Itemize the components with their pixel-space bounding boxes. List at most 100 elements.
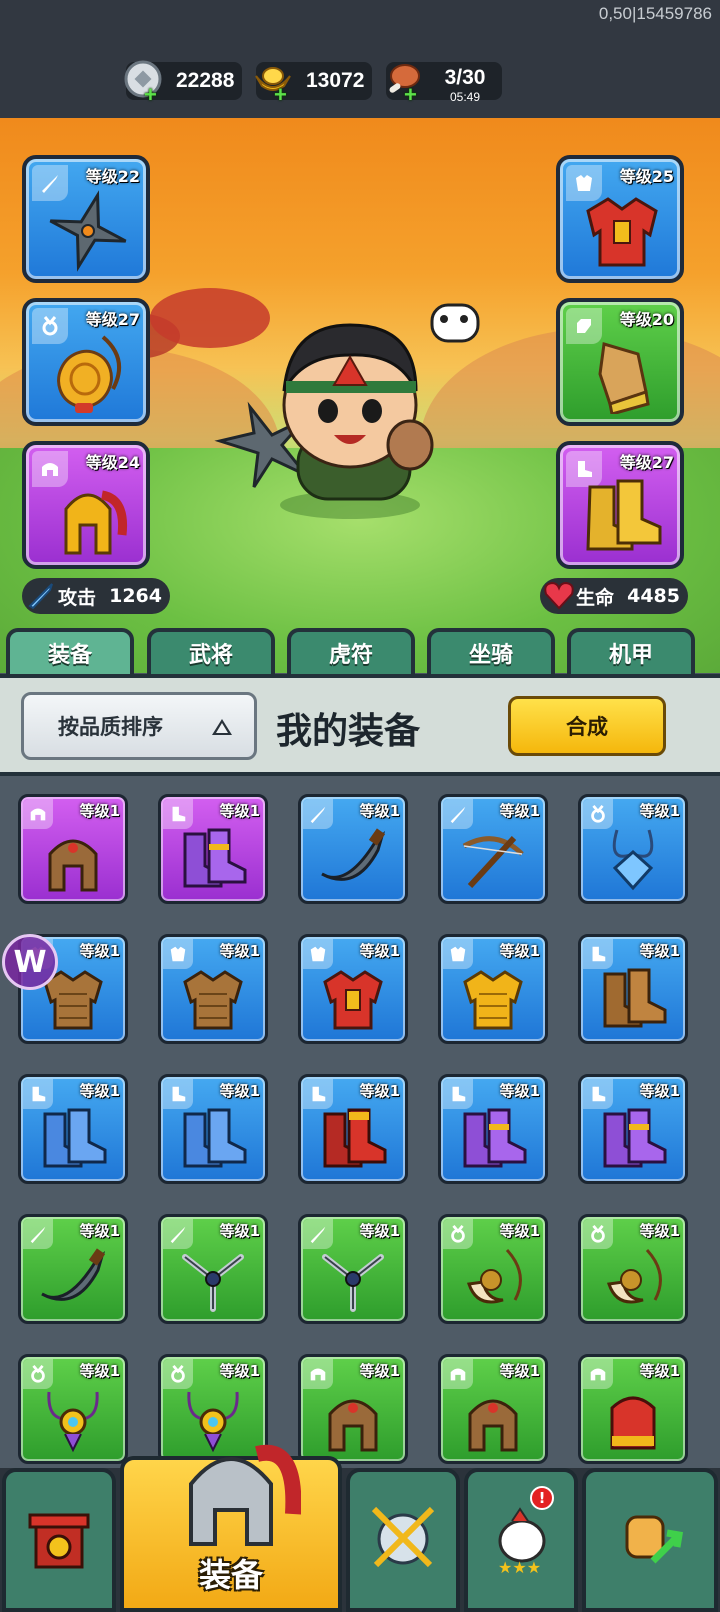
sort-label: 按品质排序 [58, 715, 163, 739]
slot-level: 等级25 [619, 167, 674, 186]
inventory-item[interactable]: 等级1 [298, 1214, 408, 1324]
nav-heroes[interactable]: ★★★ ! [464, 1468, 578, 1612]
item-level: 等级1 [359, 1222, 400, 1240]
inventory-item[interactable]: 等级1 [158, 1074, 268, 1184]
hp-label: 生命 [576, 586, 615, 609]
add-silver-icon[interactable]: + [144, 84, 160, 106]
inventory-item[interactable]: 等级1 [578, 1354, 688, 1464]
slot-level: 等级20 [619, 310, 674, 329]
item-level: 等级1 [499, 942, 540, 960]
inventory-item[interactable]: 等级1 [158, 934, 268, 1044]
brown-boots-icon [595, 963, 671, 1035]
add-stamina-icon[interactable]: + [404, 84, 420, 106]
nav-shop[interactable] [2, 1468, 116, 1612]
inventory-item[interactable]: 等级1 [158, 1214, 268, 1324]
nav-battle[interactable] [346, 1468, 460, 1612]
sort-toggle-icon [212, 719, 232, 735]
tab-mounts[interactable]: 坐骑 [427, 628, 555, 674]
tab-equipment[interactable]: 装备 [6, 628, 134, 674]
shuriken-icon [42, 189, 134, 273]
item-level: 等级1 [639, 1362, 680, 1380]
knight-helmet-icon [161, 1424, 302, 1558]
crossed-swords-shield-icon [366, 1501, 440, 1579]
red-armor-icon [315, 963, 391, 1035]
item-level: 等级1 [219, 1362, 260, 1380]
hp-stat: 生命 4485 [540, 578, 688, 614]
floating-w-badge[interactable]: W [2, 934, 58, 990]
inventory-item[interactable]: 等级1 [578, 934, 688, 1044]
purple-boots-icon [175, 823, 251, 895]
inventory-item[interactable]: 等级1 [578, 794, 688, 904]
item-level: 等级1 [79, 1362, 120, 1380]
crossbow-icon [455, 823, 531, 895]
item-level: 等级1 [639, 942, 680, 960]
inventory-item[interactable]: 等级1 [438, 1354, 548, 1464]
bronze-helmet-icon [35, 823, 111, 895]
inventory-item[interactable]: 等级1 [578, 1074, 688, 1184]
attack-stat: 攻击 1264 [22, 578, 170, 614]
heart-icon [538, 574, 580, 616]
attack-value: 1264 [109, 585, 162, 607]
red-helmet-icon [595, 1383, 671, 1455]
item-level: 等级1 [219, 1082, 260, 1100]
synthesize-button[interactable]: 合成 [508, 696, 666, 756]
item-level: 等级1 [359, 1362, 400, 1380]
item-level: 等级1 [639, 1222, 680, 1240]
silver-resource[interactable]: + 22288 [124, 60, 242, 106]
inventory-item[interactable]: 等级1 [18, 1074, 128, 1184]
inventory-item[interactable]: 等级1 [438, 934, 548, 1044]
equip-slot-accessory[interactable]: 等级27 [22, 298, 150, 426]
item-level: 等级1 [639, 1082, 680, 1100]
item-level: 等级1 [79, 942, 120, 960]
inventory-item[interactable]: 等级1 [578, 1214, 688, 1324]
inventory-item[interactable]: 等级1 [298, 1354, 408, 1464]
inventory-item[interactable]: 等级1 [438, 1074, 548, 1184]
gold-armor-icon [455, 963, 531, 1035]
item-level: 等级1 [499, 1362, 540, 1380]
curved-blade-icon [35, 1243, 111, 1315]
equip-slot-boots[interactable]: 等级27 [556, 441, 684, 569]
purple-boots-icon [595, 1103, 671, 1175]
horn-charm-icon [455, 1243, 531, 1315]
inventory-item[interactable]: 等级1 [18, 794, 128, 904]
svg-text:★★★: ★★★ [498, 1558, 541, 1575]
tab-tiger-tally[interactable]: 虎符 [287, 628, 415, 674]
sort-by-quality-button[interactable]: 按品质排序 [21, 692, 257, 760]
inventory-item[interactable]: 等级1 [298, 934, 408, 1044]
equip-slot-helmet[interactable]: 等级24 [22, 441, 150, 569]
tab-generals[interactable]: 武将 [147, 628, 275, 674]
shop-gate-icon [22, 1501, 96, 1579]
item-level: 等级1 [79, 1082, 120, 1100]
item-level: 等级1 [359, 802, 400, 820]
inventory-item[interactable]: 等级1 [158, 794, 268, 904]
item-level: 等级1 [499, 1222, 540, 1240]
slot-level: 等级27 [85, 310, 140, 329]
stamina-resource[interactable]: + 3/30 05:49 [386, 62, 502, 106]
equip-slot-weapon[interactable]: 等级22 [22, 155, 150, 283]
inventory-item[interactable]: 等级1 [298, 794, 408, 904]
red-boots-icon [315, 1103, 391, 1175]
add-gold-icon[interactable]: + [274, 84, 290, 106]
equip-slot-armor[interactable]: 等级25 [556, 155, 684, 283]
inventory-item[interactable]: 等级1 [18, 1354, 128, 1464]
bronze-helmet-icon [455, 1383, 531, 1455]
inventory-item[interactable]: 等级1 [298, 1074, 408, 1184]
slot-level: 等级22 [85, 167, 140, 186]
gold-resource[interactable]: + 13072 [255, 62, 372, 106]
equip-slot-gloves[interactable]: 等级20 [556, 298, 684, 426]
tab-mecha[interactable]: 机甲 [567, 628, 695, 674]
nav-equipment[interactable]: 装备 [120, 1444, 342, 1612]
slot-level: 等级27 [619, 453, 674, 472]
inventory-item[interactable]: 等级1 [438, 1214, 548, 1324]
inventory-header: 按品质排序 我的装备 合成 [0, 674, 720, 776]
gold-value: 13072 [306, 69, 365, 92]
hp-value: 4485 [627, 585, 680, 607]
inventory-item[interactable]: 等级1 [18, 1214, 128, 1324]
hero-character[interactable] [210, 295, 480, 530]
item-level: 等级1 [639, 802, 680, 820]
bracer-icon [576, 332, 668, 416]
horn-charm-icon [595, 1243, 671, 1315]
inventory-grid: 等级1 等级1 等级1 等级1 等级1 等级1 等级1 等级1 等级1 等级1 等级1 等级1 等级1 等… [0, 776, 720, 1468]
inventory-item[interactable]: 等级1 [438, 794, 548, 904]
nav-upgrade[interactable] [582, 1468, 718, 1612]
